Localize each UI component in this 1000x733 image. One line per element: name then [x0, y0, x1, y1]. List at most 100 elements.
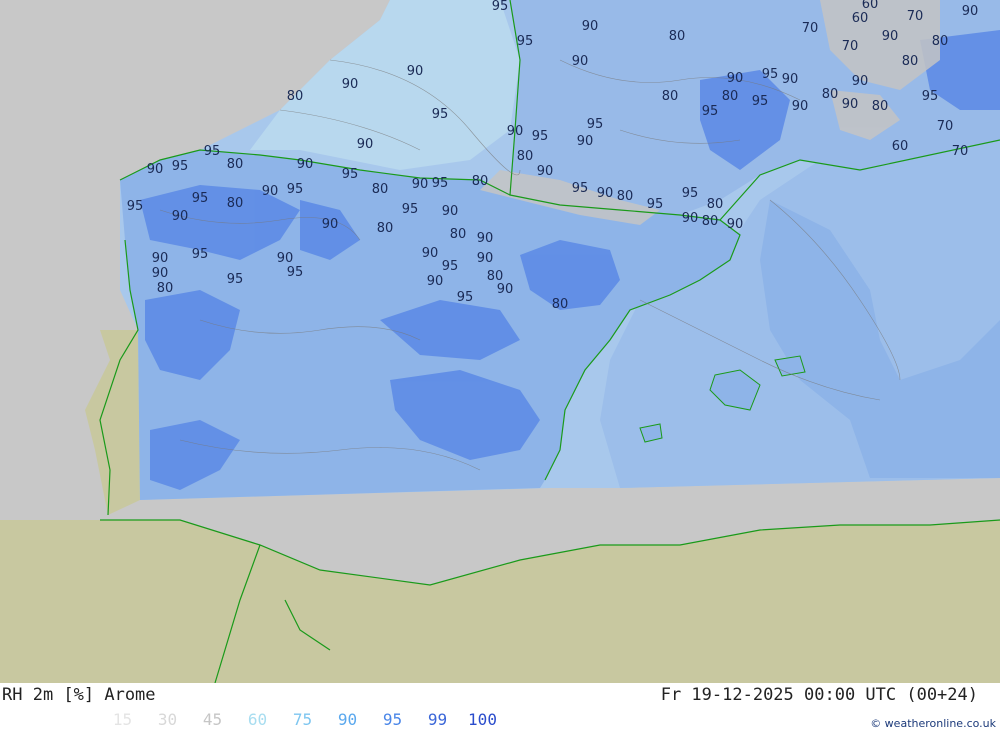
contour-label: 80	[722, 89, 739, 104]
legend: 15 30 45 60 75 90 95 99 100	[100, 710, 505, 729]
contour-label: 95	[702, 104, 719, 119]
rh-map: 90959080706070809095609070809095807060 70…	[0, 0, 1000, 683]
contour-label: 90	[477, 231, 494, 246]
contour-label: 90	[412, 177, 429, 192]
contour-label: 80	[552, 297, 569, 312]
contour-label: 90	[782, 72, 799, 87]
contour-label: 90	[497, 282, 514, 297]
contour-label: 90	[582, 19, 599, 34]
contour-label: 80	[822, 87, 839, 102]
contour-label: 90	[152, 251, 169, 266]
contour-label: 90	[727, 217, 744, 232]
contour-label: 95	[587, 117, 604, 132]
contour-label: 90	[962, 4, 979, 19]
contour-label: 90	[172, 209, 189, 224]
contour-label: 95	[432, 176, 449, 191]
contour-label: 90	[297, 157, 314, 172]
contour-label: 80	[517, 149, 534, 164]
contour-label: 60	[892, 139, 909, 154]
contour-label: 95	[492, 0, 509, 14]
contour-label: 90	[422, 246, 439, 261]
legend-item-100: 100	[468, 710, 497, 729]
contour-label: 80	[872, 99, 889, 114]
legend-item-99: 99	[427, 710, 448, 729]
contour-label: 80	[377, 221, 394, 236]
contour-label: 80	[287, 89, 304, 104]
contour-label: 80	[227, 157, 244, 172]
contour-label: 80	[662, 89, 679, 104]
contour-label: 80	[707, 197, 724, 212]
contour-label: 80	[372, 182, 389, 197]
contour-label: 95	[204, 144, 221, 159]
contour-label: 90	[407, 64, 424, 79]
footer: RH 2m [%] Arome Fr 19-12-2025 00:00 UTC …	[0, 683, 1000, 733]
contour-label: 90	[572, 54, 589, 69]
contour-label: 95	[532, 129, 549, 144]
contour-label: 95	[432, 107, 449, 122]
contour-label: 80	[617, 189, 634, 204]
contour-label: 70	[802, 21, 819, 36]
legend-item-90: 90	[337, 710, 358, 729]
contour-label: 80	[450, 227, 467, 242]
contour-label: 90	[322, 217, 339, 232]
contour-label: 80	[227, 196, 244, 211]
contour-label: 95	[762, 67, 779, 82]
contour-label: 70	[907, 9, 924, 24]
map-datetime: Fr 19-12-2025 00:00 UTC (00+24)	[660, 685, 978, 705]
map-title: RH 2m [%] Arome	[2, 685, 156, 705]
contour-label: 80	[157, 281, 174, 296]
contour-label: 90	[792, 99, 809, 114]
contour-label: 95	[752, 94, 769, 109]
contour-label: 90	[882, 29, 899, 44]
contour-label: 90	[477, 251, 494, 266]
contour-label: 90	[147, 162, 164, 177]
contour-label: 70	[937, 119, 954, 134]
contour-label: 80	[932, 34, 949, 49]
contour-label: 80	[472, 174, 489, 189]
legend-item-75: 75	[292, 710, 313, 729]
contour-label: 80	[902, 54, 919, 69]
contour-label: 90	[682, 211, 699, 226]
legend-item-45: 45	[202, 710, 223, 729]
legend-item-95: 95	[382, 710, 403, 729]
contour-label: 90	[152, 266, 169, 281]
contour-label: 90	[597, 186, 614, 201]
contour-label: 95	[572, 181, 589, 196]
contour-label: 95	[402, 202, 419, 217]
contour-label: 90	[277, 251, 294, 266]
contour-label: 80	[669, 29, 686, 44]
contour-label: 70	[952, 144, 969, 159]
contour-label: 90	[262, 184, 279, 199]
contour-label: 90	[842, 97, 859, 112]
contour-label: 95	[227, 272, 244, 287]
contour-label: 95	[457, 290, 474, 305]
contour-label: 95	[342, 167, 359, 182]
contour-label: 80	[702, 214, 719, 229]
contour-label: 95	[922, 89, 939, 104]
contour-label: 95	[517, 34, 534, 49]
contour-label: 90	[727, 71, 744, 86]
legend-item-30: 30	[157, 710, 178, 729]
contour-label: 95	[287, 182, 304, 197]
contour-label: 90	[577, 134, 594, 149]
contour-label: 90	[342, 77, 359, 92]
legend-item-60: 60	[247, 710, 268, 729]
contour-label: 90	[852, 74, 869, 89]
contour-label: 95	[647, 197, 664, 212]
contour-label: 90	[442, 204, 459, 219]
contour-label: 95	[127, 199, 144, 214]
contour-label: 60	[852, 11, 869, 26]
contour-label: 95	[442, 259, 459, 274]
contour-label: 95	[287, 265, 304, 280]
credit[interactable]: © weatheronline.co.uk	[870, 717, 996, 730]
contour-label: 95	[192, 191, 209, 206]
contour-label: 95	[172, 159, 189, 174]
contour-label: 90	[427, 274, 444, 289]
contour-label: 95	[682, 186, 699, 201]
contour-label: 90	[537, 164, 554, 179]
contour-label: 70	[842, 39, 859, 54]
credit-text: © weatheronline.co.uk	[870, 717, 996, 730]
contour-label: 95	[192, 247, 209, 262]
contour-label: 90	[507, 124, 524, 139]
contour-label: 90	[357, 137, 374, 152]
